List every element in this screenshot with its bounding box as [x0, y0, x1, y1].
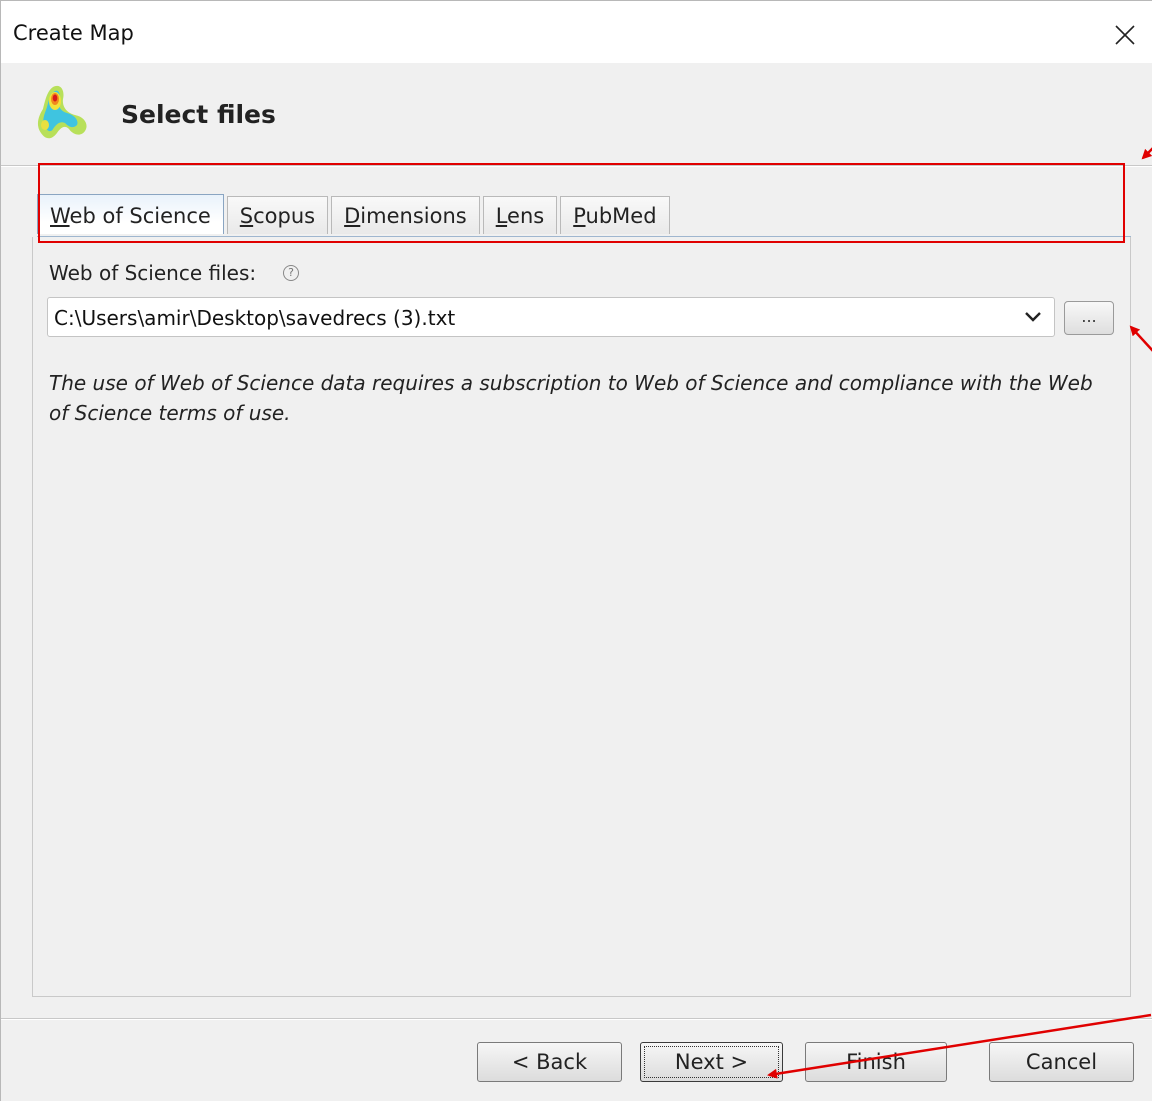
tab-content-panel	[32, 237, 1131, 997]
tab-scopus[interactable]: Scopus	[226, 196, 329, 234]
terms-notice: The use of Web of Science data requires …	[49, 371, 1093, 425]
create-map-dialog: Create Map Select files Web of Science S…	[0, 0, 1152, 1101]
header-divider	[1, 165, 1152, 167]
chevron-down-icon[interactable]	[1023, 309, 1043, 325]
file-path-value: C:\Users\amir\Desktop\savedrecs (3).txt	[54, 306, 456, 330]
tab-label: ens	[507, 204, 545, 228]
tab-mnemonic: P	[573, 204, 586, 228]
source-tabs: Web of Science Scopus Dimensions Lens Pu…	[37, 194, 673, 236]
focus-ring	[644, 1046, 779, 1078]
window-title: Create Map	[13, 21, 134, 45]
tab-mnemonic: D	[344, 204, 361, 228]
tab-mnemonic: S	[239, 204, 254, 228]
footer-divider	[1, 1018, 1152, 1020]
arrow-to-browse	[1129, 325, 1152, 352]
vosviewer-logo-icon	[37, 85, 87, 139]
tab-label: ubMed	[585, 204, 657, 228]
file-path-combobox[interactable]: C:\Users\amir\Desktop\savedrecs (3).txt	[47, 297, 1055, 337]
title-bar: Create Map	[1, 1, 1152, 63]
tab-pubmed[interactable]: PubMed	[560, 196, 670, 234]
back-button[interactable]: < Back	[477, 1042, 622, 1082]
close-icon	[1115, 25, 1135, 45]
next-button[interactable]: Next >	[640, 1042, 783, 1082]
tab-label: copus	[253, 204, 316, 228]
tab-mnemonic: L	[495, 204, 508, 228]
close-button[interactable]	[1105, 15, 1145, 55]
wizard-header: Select files	[1, 63, 1152, 165]
tab-mnemonic: W	[50, 204, 70, 228]
tab-label: eb of Science	[69, 204, 211, 228]
finish-button[interactable]: Finish	[805, 1042, 947, 1082]
cancel-button[interactable]: Cancel	[989, 1042, 1134, 1082]
page-title: Select files	[121, 100, 276, 129]
browse-button[interactable]: ...	[1064, 301, 1114, 335]
tab-web-of-science[interactable]: Web of Science	[37, 194, 224, 234]
tab-lens[interactable]: Lens	[482, 196, 558, 234]
tab-label: imensions	[360, 204, 467, 228]
files-label: Web of Science files:	[49, 261, 257, 285]
tab-dimensions[interactable]: Dimensions	[331, 196, 480, 234]
help-icon[interactable]: ?	[283, 265, 299, 281]
